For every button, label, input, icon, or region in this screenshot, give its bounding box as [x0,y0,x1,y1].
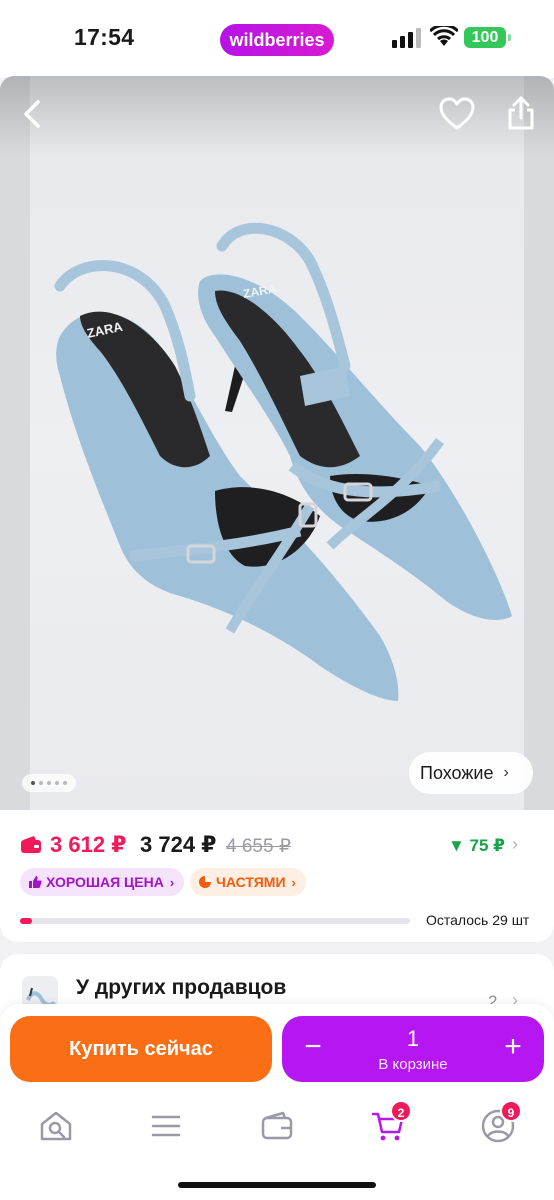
tab-cart[interactable]: 2 [370,1100,412,1144]
back-arrow-icon[interactable] [16,96,52,132]
cellular-signal-icon [392,28,421,48]
tab-wallet[interactable] [259,1108,295,1144]
stock-progress-fill [20,918,32,924]
gallery-pagination [22,774,76,792]
pie-chart-icon [199,876,211,888]
chevron-right-icon: › [169,874,175,890]
home-search-icon [40,1111,72,1141]
tab-profile[interactable]: 9 [480,1100,522,1144]
old-price: 4 655 ₽ [226,836,291,857]
installments-badge[interactable]: ЧАСТЯМИ › [190,868,306,896]
wallet-icon [21,836,41,853]
installments-label: ЧАСТЯМИ [216,874,286,890]
increase-quantity-button[interactable]: + [500,1032,526,1062]
share-icon[interactable] [504,94,538,132]
app-badge[interactable]: wildberries [220,24,334,56]
status-time: 17:54 [74,24,135,50]
gallery-dot [55,781,59,785]
cashback-amount[interactable]: ▼ 75 ₽ [448,836,505,856]
good-price-badge[interactable]: ХОРОШАЯ ЦЕНА › [20,868,185,896]
chevron-right-icon: › [503,764,509,781]
gallery-dot [63,781,67,785]
thumbs-up-icon [29,876,42,888]
regular-price: 3 724 ₽ [140,832,217,857]
wallet-price: 3 612 ₽ [50,832,127,857]
wallet-icon [261,1111,293,1140]
home-indicator[interactable] [178,1182,376,1188]
gallery-dot [31,781,35,785]
gallery-dot [39,781,43,785]
product-shoes-image: ZARA ZARA [54,222,512,701]
similar-button[interactable]: Похожие › [409,752,533,794]
stock-remaining: Осталось 29 шт [426,912,530,928]
profile-notification-badge: 9 [500,1100,522,1122]
battery-icon: 100 [464,27,511,48]
other-sellers-title: У других продавцов [76,976,287,999]
gallery-dot [47,781,51,785]
stock-progress [20,918,410,924]
good-price-label: ХОРОШАЯ ЦЕНА [46,874,164,890]
chevron-right-icon[interactable]: › [512,834,518,855]
similar-label: Похожие [420,762,494,783]
heart-icon[interactable] [438,96,476,132]
cart-count-badge: 2 [390,1100,412,1122]
tab-catalog[interactable] [148,1108,184,1144]
cart-quantity-stepper: − 1 В корзине + [282,1016,544,1082]
status-bar: 17:54 wildberries 100 [0,0,554,78]
chevron-right-icon: › [291,874,296,890]
price-card: 3 612 ₽ 3 724 ₽ 4 655 ₽ ▼ 75 ₽ › ХОРОШАЯ… [0,810,554,942]
menu-icon [151,1115,181,1137]
tab-home[interactable] [38,1108,74,1144]
wifi-icon [430,26,458,46]
buy-now-button[interactable]: Купить сейчас [10,1016,272,1082]
product-gallery[interactable]: ZARA ZARA Похожие › [0,76,554,816]
